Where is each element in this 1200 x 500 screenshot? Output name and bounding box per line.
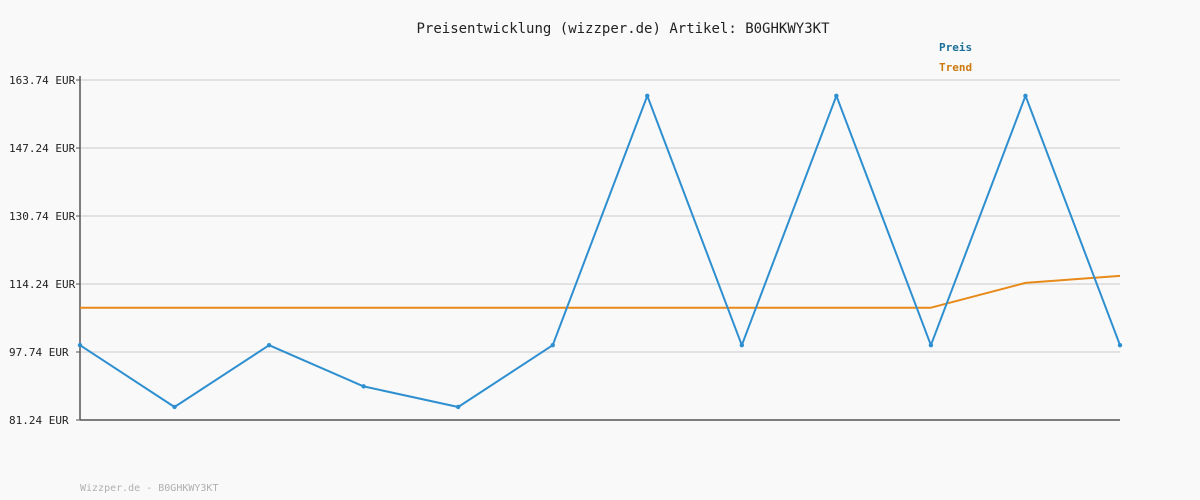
y-tick-label: 147.24 EUR: [9, 142, 76, 155]
grid-lines: [80, 79, 1120, 353]
data-point-preis: [1117, 342, 1123, 348]
data-point-preis: [77, 342, 83, 348]
y-tick-label: 114.24 EUR: [9, 278, 76, 291]
data-point-preis: [1023, 93, 1028, 99]
series-lines: [77, 93, 1123, 410]
chart-title: Preisentwicklung (wizzper.de) Artikel: B…: [416, 21, 830, 37]
data-point-preis: [361, 384, 366, 389]
data-point-preis: [455, 404, 461, 410]
price-chart: Preisentwicklung (wizzper.de) Artikel: B…: [9, 21, 1123, 494]
data-point-preis: [266, 342, 272, 348]
data-point-preis: [645, 93, 650, 99]
data-point-preis: [172, 404, 177, 410]
data-point-preis: [928, 342, 934, 348]
data-point-preis: [550, 342, 555, 348]
y-tick-label: 81.24 EUR: [9, 414, 69, 427]
series-line-trend: [80, 274, 1121, 309]
y-tick-label: 97.74 EUR: [9, 346, 69, 359]
axes: [79, 76, 1120, 421]
data-point-preis: [834, 93, 839, 99]
data-point-preis: [739, 342, 745, 348]
y-tick-label: 163.74 EUR: [9, 74, 76, 87]
series-line-preis: [79, 94, 1121, 408]
footer-text: Wizzper.de - B0GHKWY3KT: [80, 483, 218, 494]
y-tick-label: 130.74 EUR: [9, 210, 76, 223]
legend-preis: Preis: [939, 41, 972, 54]
legend-trend: Trend: [939, 61, 972, 74]
y-axis-ticks: 163.74 EUR 147.24 EUR 130.74 EUR 114.24 EUR…: [9, 74, 80, 427]
